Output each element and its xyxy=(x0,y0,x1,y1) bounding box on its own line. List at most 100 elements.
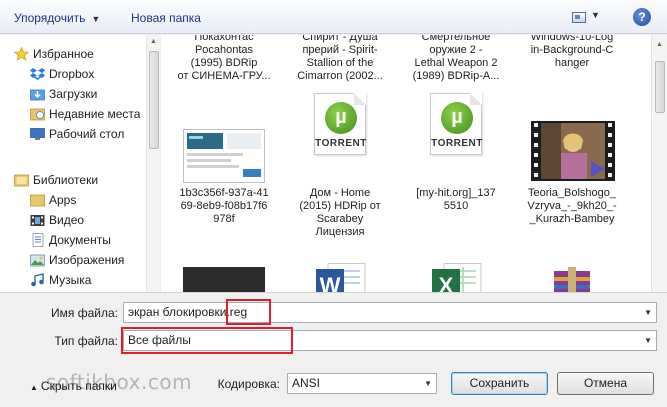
video-thumbnail-icon xyxy=(531,121,615,181)
file-name-line: Дом - Home xyxy=(309,187,371,199)
dropbox-icon xyxy=(30,68,45,80)
highlight-extension xyxy=(226,299,271,325)
scroll-up-icon[interactable]: ▲ xyxy=(150,38,157,45)
cancel-button[interactable]: Отмена xyxy=(557,372,654,395)
nav-item-label: Apps xyxy=(49,193,77,207)
file-name-line: от СИНЕМА-ГРУ... xyxy=(177,70,271,82)
image-thumbnail-icon xyxy=(183,129,265,183)
chevron-down-icon: ▼ xyxy=(91,14,101,24)
recent-places-icon xyxy=(30,108,45,121)
encoding-value: ANSI xyxy=(292,376,321,390)
file-item[interactable]: 1b3c356f-937a-41 69-8eb9-f08b17f6 978f xyxy=(166,93,282,233)
file-name-line: 1b3c356f-937a-41 xyxy=(179,187,269,199)
filename-label: Имя файла: xyxy=(51,306,118,320)
file-name-line: hanger xyxy=(554,57,590,69)
file-item[interactable]: µ TORRENT Дом - Home (2015) HDRip от Sca… xyxy=(282,93,398,243)
excel-document-icon: X xyxy=(432,263,482,292)
file-item[interactable]: Teoria_Bolshogo_ Vzryva_-_9kh20_- _Kuraz… xyxy=(514,93,630,233)
save-button[interactable]: Сохранить xyxy=(451,372,548,395)
organize-label: Упорядочить xyxy=(14,11,86,25)
documents-library-icon xyxy=(32,233,44,247)
word-document-icon: W xyxy=(316,263,366,292)
file-item[interactable] xyxy=(166,259,282,292)
video-library-icon xyxy=(30,215,45,226)
svg-text:W: W xyxy=(320,273,341,292)
chevron-up-icon: ▲ xyxy=(30,383,38,392)
file-item[interactable]: W xyxy=(282,259,398,292)
navigation-scrollbar[interactable]: ▲ xyxy=(146,35,160,292)
file-name-line: 69-8eb9-f08b17f6 xyxy=(180,200,268,212)
torrent-badge: TORRENT xyxy=(315,138,367,149)
libraries-icon xyxy=(14,174,29,187)
chevron-down-icon: ▼ xyxy=(591,10,600,20)
file-name-line: оружие 2 - xyxy=(429,44,483,56)
torrent-file-icon: µ TORRENT xyxy=(430,93,482,155)
filetype-label: Тип файла: xyxy=(54,334,118,348)
filename-input[interactable]: экран блокировки.reg ▼ xyxy=(123,302,657,323)
image-thumbnail-icon xyxy=(183,267,265,292)
music-library-icon xyxy=(31,273,44,287)
desktop-icon xyxy=(30,128,45,140)
file-name-line: in-Background-C xyxy=(530,44,614,56)
nav-item-label: Недавние места xyxy=(49,107,141,121)
file-list[interactable]: Покахонтас Pocahontas (1995) BDRip от СИ… xyxy=(161,35,651,292)
file-name-line: Cimarron (2002... xyxy=(297,70,383,82)
chevron-down-icon[interactable]: ▼ xyxy=(424,374,432,393)
star-icon xyxy=(14,47,29,61)
file-name-line: (2015) HDRip от xyxy=(299,200,381,212)
file-name-line: Scarabey xyxy=(316,213,364,225)
pictures-library-icon xyxy=(30,254,45,267)
file-name-line: Спирит - Душа xyxy=(302,35,378,43)
file-item[interactable] xyxy=(514,259,630,292)
nav-item-label: Загрузки xyxy=(49,87,98,101)
nav-item-label: Рабочий стол xyxy=(49,127,125,141)
highlight-filetype xyxy=(121,327,293,354)
torrent-file-icon: µ TORRENT xyxy=(314,93,366,155)
file-name-line: прерий - Spirit- xyxy=(302,44,378,56)
chevron-down-icon[interactable]: ▼ xyxy=(644,303,652,322)
file-name-line: 5510 xyxy=(443,200,469,212)
encoding-label: Кодировка: xyxy=(217,377,280,391)
nav-item-label: Dropbox xyxy=(49,67,95,81)
downloads-folder-icon xyxy=(30,89,45,101)
utorrent-icon: µ xyxy=(325,102,357,134)
view-icon xyxy=(572,12,586,23)
file-name-line: Лицензия xyxy=(315,226,365,238)
nav-item-label: Изображения xyxy=(49,253,125,267)
nav-libraries-label: Библиотеки xyxy=(33,173,99,187)
file-name-line: Teoria_Bolshogo_ xyxy=(527,187,617,199)
file-name-line: Stallion of the xyxy=(306,57,374,69)
svg-text:X: X xyxy=(439,273,454,292)
help-button[interactable]: ? xyxy=(633,8,651,26)
file-name-line: _Kurazh-Bambey xyxy=(529,213,615,225)
scrollbar-thumb[interactable] xyxy=(149,51,159,149)
view-options-button[interactable]: ▼ xyxy=(569,9,603,27)
file-name-line: Смертельное xyxy=(421,35,491,43)
hide-folders-label: Скрыть папки xyxy=(40,379,117,393)
encoding-select[interactable]: ANSI ▼ xyxy=(287,373,437,394)
file-list-scrollbar[interactable]: ▲ xyxy=(651,35,667,292)
nav-item-label: Документы xyxy=(49,233,111,247)
utorrent-icon: µ xyxy=(441,102,473,134)
file-name-line: Покахонтас xyxy=(194,35,254,43)
folder-icon xyxy=(30,194,45,207)
torrent-badge: TORRENT xyxy=(431,138,483,149)
chevron-down-icon[interactable]: ▼ xyxy=(644,331,652,350)
scroll-up-icon[interactable]: ▲ xyxy=(656,41,663,48)
file-name-line: 978f xyxy=(213,213,235,225)
navigation-pane[interactable]: Избранное Dropbox Загрузки Недавние мест… xyxy=(0,35,146,292)
archive-file-icon xyxy=(554,267,590,292)
file-item[interactable]: µ TORRENT [my-hit.org]_137 5510 xyxy=(398,93,514,233)
organize-button[interactable]: Упорядочить ▼ xyxy=(14,9,100,27)
file-name-line: (1995) BDRip xyxy=(190,57,258,69)
file-item[interactable]: X xyxy=(398,259,514,292)
new-folder-button[interactable]: Новая папка xyxy=(131,9,201,27)
scrollbar-thumb[interactable] xyxy=(655,61,665,113)
hide-folders-button[interactable]: ▲ Скрыть папки xyxy=(30,379,117,393)
file-name-line: Vzryva_-_9kh20_- xyxy=(527,200,617,212)
nav-favorites-label: Избранное xyxy=(33,47,94,61)
nav-item-label: Видео xyxy=(49,213,85,227)
file-name-line: Windows-10-Log xyxy=(530,35,614,43)
file-name-line: Pocahontas xyxy=(194,44,254,56)
file-name-line: (1989) BDRip-A... xyxy=(412,70,500,82)
